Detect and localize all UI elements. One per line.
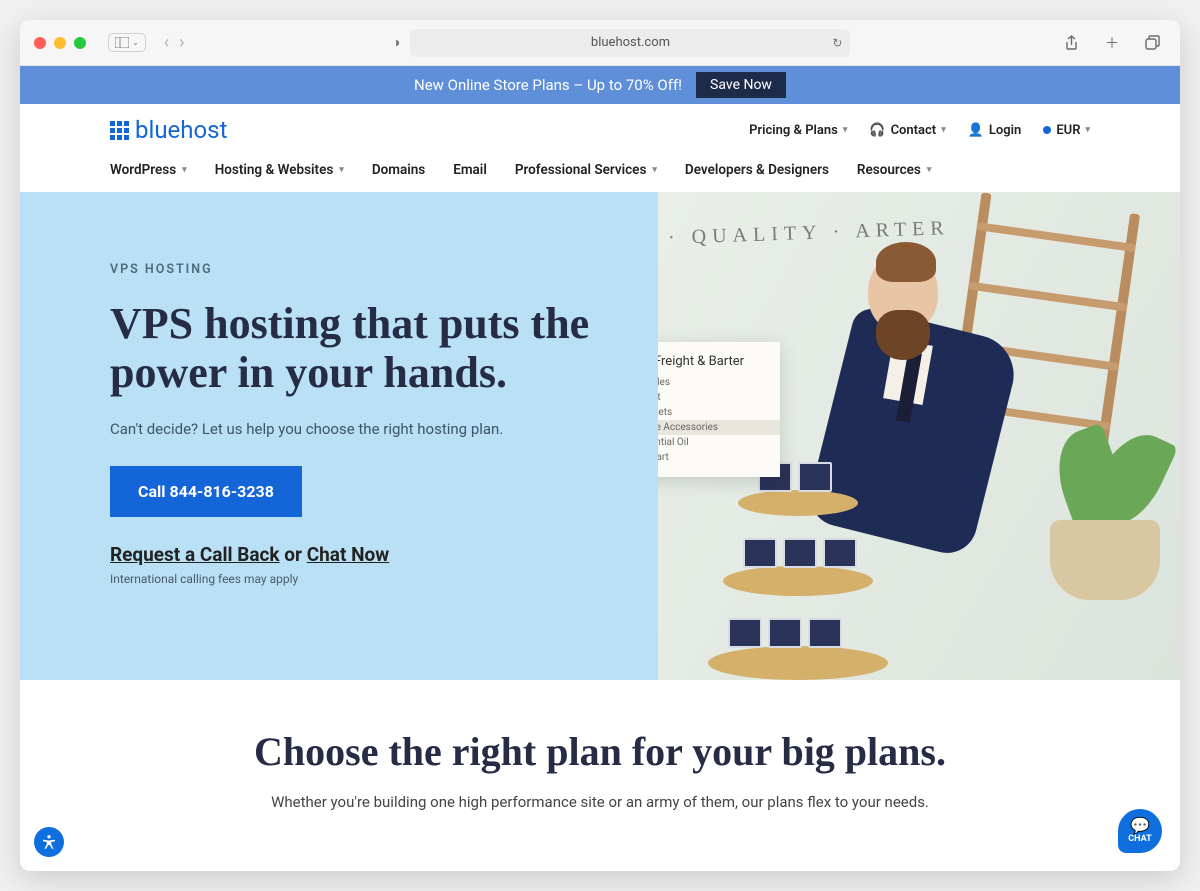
preview-menu-item: About [658, 390, 766, 405]
nav-resources[interactable]: Resources▾ [857, 162, 931, 178]
browser-chrome: ⌄ ‹ › ◑ bluehost.com ↻ ＋ [20, 20, 1180, 66]
nav-domains[interactable]: Domains [372, 162, 425, 178]
hero-content: VPS HOSTING VPS hosting that puts the po… [20, 192, 658, 680]
nav-arrows: ‹ › [164, 32, 185, 53]
new-tab-icon[interactable]: ＋ [1099, 29, 1125, 57]
logo[interactable]: bluehost [110, 116, 227, 144]
person-illustration [868, 252, 938, 332]
hero-eyebrow: VPS HOSTING [110, 262, 618, 277]
hero-subtitle: Can't decide? Let us help you choose the… [110, 420, 618, 438]
preview-menu-item-active: Home Accessories [658, 420, 780, 435]
tabs-icon[interactable] [1139, 29, 1166, 57]
share-icon[interactable] [1058, 29, 1085, 57]
privacy-icon[interactable]: ◑ [392, 34, 400, 51]
nav-professional-services[interactable]: Professional Services▾ [515, 162, 657, 178]
site-header: bluehost Pricing & Plans▾ 🎧 Contact▾ 👤 L… [20, 104, 1180, 192]
preview-brand: Freight & Barter [658, 354, 766, 369]
plans-section: Choose the right plan for your big plans… [20, 680, 1180, 871]
request-callback-link[interactable]: Request a Call Back [110, 543, 280, 566]
maximize-window-button[interactable] [74, 37, 86, 49]
display-stand [708, 490, 888, 680]
address-bar[interactable]: bluehost.com ↻ [410, 29, 850, 57]
chat-bubble-icon: 💬 [1130, 818, 1150, 834]
hero-section: VPS HOSTING VPS hosting that puts the po… [20, 192, 1180, 680]
plans-title: Choose the right plan for your big plans… [120, 728, 1080, 775]
logo-icon [110, 121, 129, 140]
logo-text: bluehost [135, 116, 227, 144]
currency-selector[interactable]: EUR▾ [1043, 123, 1090, 138]
nav-developers[interactable]: Developers & Designers [685, 162, 829, 178]
person-icon: 👤 [968, 123, 984, 138]
refresh-icon[interactable]: ↻ [832, 36, 842, 50]
contact-link[interactable]: 🎧 Contact▾ [869, 123, 945, 138]
nav-hosting[interactable]: Hosting & Websites▾ [215, 162, 344, 178]
hero-image: · QUALITY · ARTER [658, 192, 1180, 680]
chat-label: CHAT [1128, 834, 1151, 844]
nav-email[interactable]: Email [453, 162, 487, 178]
accessibility-button[interactable] [34, 827, 64, 857]
preview-menu-item: My Cart [658, 450, 766, 465]
plans-subtitle: Whether you're building one high perform… [120, 793, 1080, 811]
currency-dot-icon [1043, 126, 1051, 134]
nav-wordpress[interactable]: WordPress▾ [110, 162, 187, 178]
headset-icon: 🎧 [869, 123, 885, 138]
promo-banner: New Online Store Plans – Up to 70% Off! … [20, 66, 1180, 104]
minimize-window-button[interactable] [54, 37, 66, 49]
promo-save-button[interactable]: Save Now [696, 72, 786, 98]
preview-menu-item: Gift Sets [658, 405, 766, 420]
close-window-button[interactable] [34, 37, 46, 49]
chat-now-link[interactable]: Chat Now [307, 543, 389, 566]
forward-button[interactable]: › [179, 32, 184, 53]
promo-text: New Online Store Plans – Up to 70% Off! [414, 76, 682, 94]
website-preview-card: Freight & Barter Candles About Gift Sets… [658, 342, 780, 477]
preview-menu-item: Candles [658, 375, 766, 390]
pricing-plans-link[interactable]: Pricing & Plans▾ [749, 123, 847, 138]
chat-widget-button[interactable]: 💬 CHAT [1118, 809, 1162, 853]
back-button[interactable]: ‹ [164, 32, 169, 53]
hero-title: VPS hosting that puts the power in your … [110, 299, 618, 398]
call-cta-button[interactable]: Call 844-816-3238 [110, 466, 302, 517]
fine-print: International calling fees may apply [110, 572, 618, 586]
sidebar-toggle-button[interactable]: ⌄ [108, 33, 146, 52]
login-link[interactable]: 👤 Login [968, 123, 1022, 138]
url-text: bluehost.com [591, 35, 670, 50]
plant-pot [1050, 520, 1160, 600]
main-nav: WordPress▾ Hosting & Websites▾ Domains E… [110, 154, 1090, 192]
window-controls [34, 37, 86, 49]
preview-menu-item: Essential Oil [658, 435, 766, 450]
secondary-cta-line: Request a Call Back or Chat Now [110, 543, 618, 566]
